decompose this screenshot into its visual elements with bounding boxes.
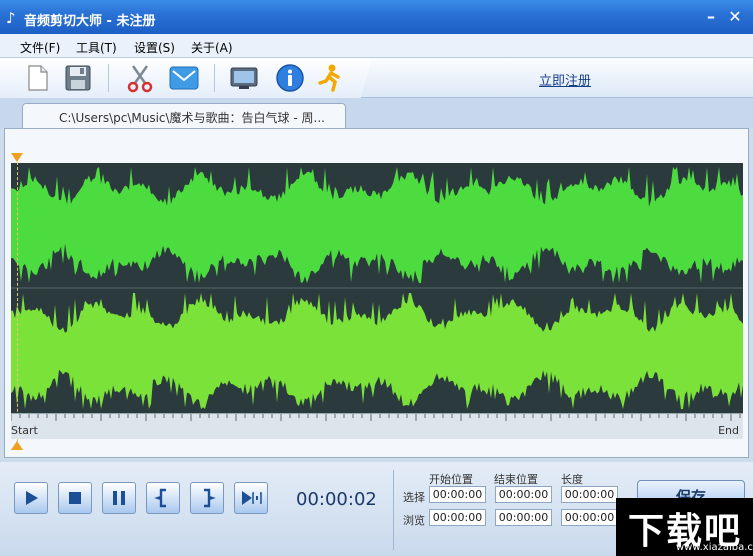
browse-length-field[interactable]: 00:00:00 [561,509,618,526]
controls-separator [393,470,394,550]
select-row-label: 选择 [403,491,425,504]
play-button[interactable] [14,482,48,514]
select-start-field[interactable]: 00:00:00 [429,486,486,503]
play-icon [26,491,38,505]
new-file-icon[interactable] [22,62,54,94]
play-selection-button[interactable] [234,482,268,514]
menu-settings[interactable]: 设置(S) [134,39,175,56]
end-position-header: 结束位置 [494,473,538,486]
select-length-field[interactable]: 00:00:00 [561,486,618,503]
close-button[interactable]: ✕ [726,8,744,26]
register-link[interactable]: 立即注册 [539,70,591,89]
start-marker-top[interactable] [11,153,23,162]
pause-button[interactable] [102,482,136,514]
menu-bar: 文件(F) 工具(T) 设置(S) 关于(A) [0,34,753,58]
file-tab-label: C:\Users\pc\Music\魔术与歌曲：告白气球 - 周... [59,111,325,125]
menu-tools[interactable]: 工具(T) [76,39,117,56]
menu-file[interactable]: 文件(F) [20,39,60,56]
window-title: 音频剪切大师 - 未注册 [24,14,156,29]
time-display: 00:00:02 [296,489,377,510]
music-note-icon: ♪ [6,9,16,27]
waveform-top-channel [11,167,743,283]
stop-icon [69,492,81,504]
scissors-icon[interactable] [124,62,156,94]
watermark-logo: 下载吧 www.xiazaiba.com [616,498,753,556]
ruler-ticks [11,414,741,421]
monitor-icon[interactable] [228,62,260,94]
running-man-icon[interactable] [314,62,346,94]
ruler-start-label: Start [11,424,38,437]
ruler-end-label: End [718,424,739,437]
length-header: 长度 [561,473,583,486]
info-icon[interactable] [274,62,306,94]
set-start-button[interactable] [146,482,180,514]
set-end-icon [204,488,216,508]
playhead-line [17,162,18,442]
start-marker-bottom[interactable] [11,441,23,450]
waveform-display[interactable] [11,163,743,413]
title-bar: ♪ 音频剪切大师 - 未注册 – ✕ [0,0,753,34]
waveform-svg [11,167,743,409]
pause-icon [113,491,125,505]
start-position-header: 开始位置 [429,473,473,486]
toolbar: 立即注册 [0,58,753,98]
time-ruler: Start End [11,413,743,439]
browse-row-label: 浏览 [403,514,425,527]
watermark-url: www.xiazaiba.com [676,542,753,553]
toolbar-separator [214,64,215,92]
email-icon[interactable] [168,62,200,94]
set-end-button[interactable] [190,482,224,514]
waveform-bottom-channel [11,293,743,409]
select-end-field[interactable]: 00:00:00 [495,486,552,503]
stop-button[interactable] [58,482,92,514]
waveform-panel: Start End [4,128,749,458]
browse-end-field[interactable]: 00:00:00 [495,509,552,526]
minimize-button[interactable]: – [702,8,720,26]
play-selection-icon [242,491,262,505]
save-disk-icon[interactable] [62,62,94,94]
set-start-icon [154,488,166,508]
toolbar-separator [108,64,109,92]
menu-about[interactable]: 关于(A) [191,39,233,56]
file-tab[interactable]: C:\Users\pc\Music\魔术与歌曲：告白气球 - 周... [22,103,346,128]
browse-start-field[interactable]: 00:00:00 [429,509,486,526]
tab-strip: C:\Users\pc\Music\魔术与歌曲：告白气球 - 周... [0,98,753,128]
